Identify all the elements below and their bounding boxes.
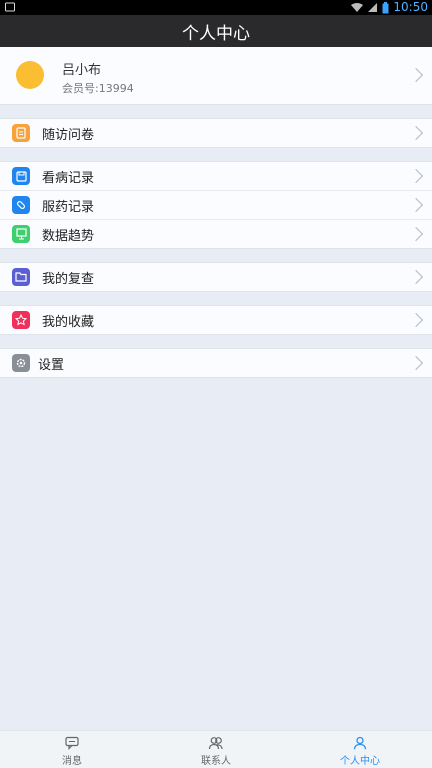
section-questionnaire: 随访问卷	[0, 118, 432, 148]
menu-item-label: 设置	[38, 357, 65, 373]
member-id: 会员号:13994	[62, 82, 134, 95]
chevron-right-icon	[408, 269, 424, 285]
tab-label: 联系人	[201, 756, 231, 767]
section-favorites: 我的收藏	[0, 305, 432, 335]
menu-item-my-recheck[interactable]: 我的复查	[0, 263, 432, 291]
menu-item-medication-records[interactable]: 服药记录	[0, 191, 432, 220]
menu-item-label: 看病记录	[42, 170, 95, 186]
chevron-right-icon	[408, 67, 424, 83]
chart-board-icon	[12, 225, 30, 243]
bottom-tab-bar: 消息 联系人 个人中心	[0, 730, 432, 768]
document-icon	[12, 124, 30, 142]
contacts-icon	[208, 737, 223, 750]
page-title: 个人中心	[182, 23, 250, 44]
chevron-right-icon	[408, 125, 424, 141]
menu-item-label: 我的收藏	[42, 314, 95, 330]
tab-profile[interactable]: 个人中心	[288, 731, 432, 768]
status-bar: 10:50	[0, 0, 432, 15]
profile-name: 吕小布	[62, 63, 102, 78]
menu-item-label: 随访问卷	[42, 127, 95, 143]
tab-contacts[interactable]: 联系人	[144, 731, 288, 768]
menu-item-label: 服药记录	[42, 199, 95, 215]
menu-item-label: 我的复查	[42, 271, 95, 287]
section-records: 看病记录 服药记录 数据趋势	[0, 161, 432, 249]
chevron-right-icon	[408, 312, 424, 328]
wifi-icon	[351, 3, 364, 12]
menu-item-medical-records[interactable]: 看病记录	[0, 162, 432, 191]
tab-messages[interactable]: 消息	[0, 731, 144, 768]
section-recheck: 我的复查	[0, 262, 432, 292]
menu-item-data-trends[interactable]: 数据趋势	[0, 220, 432, 248]
menu-item-my-favorites[interactable]: 我的收藏	[0, 306, 432, 334]
chevron-right-icon	[408, 226, 424, 242]
save-icon	[12, 167, 30, 185]
menu-item-settings[interactable]: 设置	[0, 349, 432, 377]
tab-label: 个人中心	[340, 756, 380, 767]
star-icon	[12, 311, 30, 329]
menu-item-questionnaire[interactable]: 随访问卷	[0, 119, 432, 147]
chevron-right-icon	[408, 355, 424, 371]
notification-icon	[5, 2, 15, 12]
signal-icon	[368, 3, 378, 12]
title-bar: 个人中心	[0, 15, 432, 47]
message-icon	[65, 736, 79, 750]
person-icon	[353, 736, 367, 750]
chevron-right-icon	[408, 197, 424, 213]
status-time: 10:50	[393, 0, 428, 14]
profile-card[interactable]: 吕小布 会员号:13994	[0, 47, 432, 105]
gear-icon	[12, 354, 30, 372]
pill-icon	[12, 196, 30, 214]
battery-icon	[382, 1, 389, 13]
menu-item-label: 数据趋势	[42, 228, 95, 244]
tab-label: 消息	[62, 756, 82, 767]
folder-icon	[12, 268, 30, 286]
avatar	[16, 61, 44, 89]
section-settings: 设置	[0, 348, 432, 378]
chevron-right-icon	[408, 168, 424, 184]
